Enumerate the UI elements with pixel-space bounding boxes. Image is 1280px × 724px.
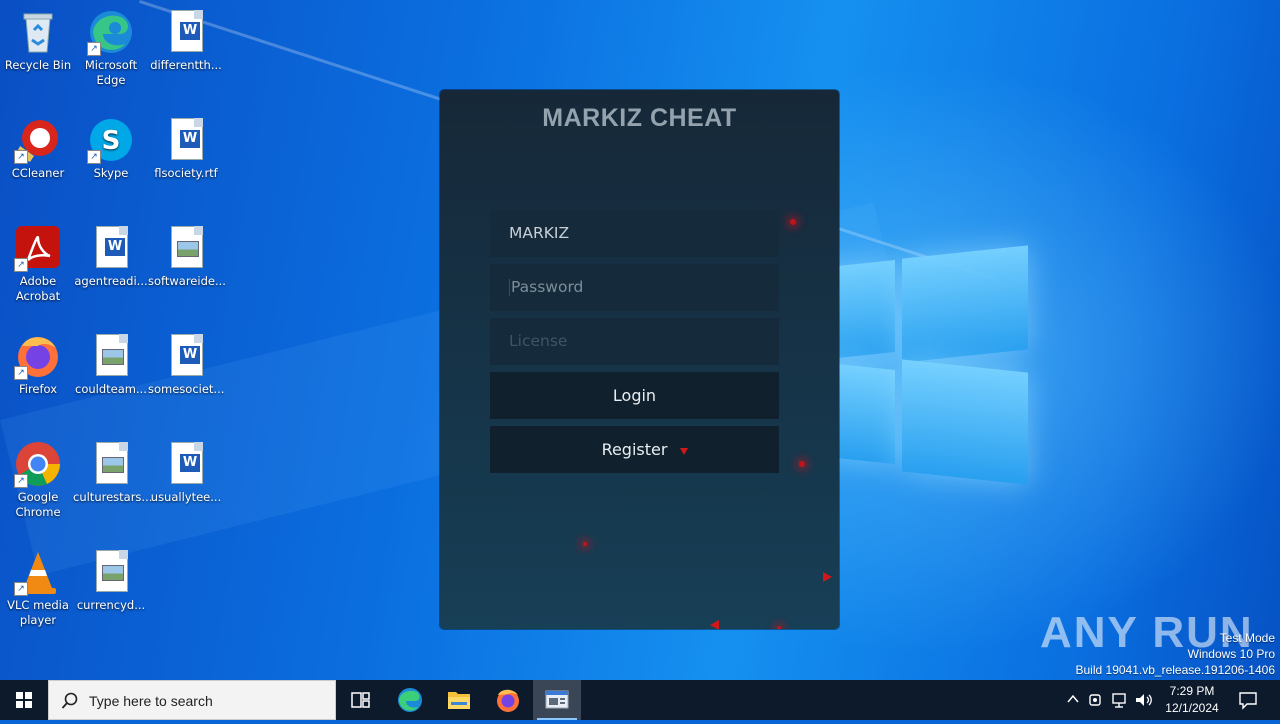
icon-label: couldteam... (75, 382, 147, 396)
clock-time: 7:29 PM (1169, 684, 1215, 698)
icon-label: culturestars... (73, 490, 153, 504)
icon-label: usuallytee... (150, 490, 222, 504)
build-label: Build 19041.vb_release.191206-1406 (1075, 663, 1276, 677)
register-button[interactable]: Register (490, 426, 779, 473)
desktop-icon-skype[interactable]: S ↗ Skype (73, 116, 149, 181)
chevron-up-icon[interactable] (1066, 692, 1080, 706)
particle-triangle (823, 572, 832, 582)
license-input[interactable]: License (490, 318, 779, 365)
particle-dot (799, 461, 805, 467)
desktop-icon-differentth[interactable]: W differentth... (148, 8, 224, 73)
system-tray: 7:29 PM 12/1/2024 (1060, 680, 1280, 720)
taskbar-edge[interactable] (386, 680, 434, 720)
desktop-icon-couldteam[interactable]: couldteam... (73, 332, 149, 397)
meet-now-icon[interactable] (1088, 691, 1104, 709)
icon-label: flsociety.rtf (154, 166, 218, 180)
image-file-icon (87, 440, 135, 488)
vlc-icon: ↗ (14, 548, 62, 596)
os-info: Test Mode Windows 10 Pro Build 19041.vb_… (1076, 630, 1276, 678)
desktop-icon-firefox[interactable]: ↗ Firefox (0, 332, 76, 397)
desktop-icon-currencyd[interactable]: currencyd... (73, 548, 149, 613)
volume-icon[interactable] (1134, 691, 1154, 709)
network-icon[interactable] (1110, 691, 1128, 709)
firefox-icon (497, 689, 519, 712)
taskbar-search-box[interactable]: Type here to search (48, 680, 336, 720)
icon-label: differentth... (150, 58, 222, 72)
icon-label: Recycle Bin (4, 58, 72, 72)
svg-text:S: S (102, 126, 121, 156)
icon-label: Google Chrome (15, 490, 61, 519)
image-file-icon (162, 224, 210, 272)
task-view-icon (351, 692, 370, 708)
app-title: MARKIZ CHEAT (542, 104, 737, 132)
icon-label: Adobe Acrobat (15, 274, 61, 303)
icon-label: softwareide... (148, 274, 226, 288)
icon-label: currencyd... (76, 598, 146, 612)
icon-label: Skype (93, 166, 129, 180)
recycle-bin-icon (14, 8, 62, 56)
particle-triangle (680, 448, 688, 455)
desktop-icon-usuallytee[interactable]: W usuallytee... (148, 440, 224, 505)
taskbar-clock[interactable]: 7:29 PM 12/1/2024 (1160, 683, 1224, 717)
icon-label: somesociet... (148, 382, 225, 396)
word-document-icon: W (162, 332, 210, 380)
login-button[interactable]: Login (490, 372, 779, 419)
particle-triangle (710, 620, 719, 629)
image-file-icon (87, 548, 135, 596)
windows-start-icon (16, 692, 32, 708)
icon-label: agentreadi... (74, 274, 148, 288)
password-placeholder: Password (511, 278, 584, 296)
icon-label: Microsoft Edge (84, 58, 138, 87)
taskbar-file-explorer[interactable] (435, 680, 483, 720)
chrome-icon: ↗ (14, 440, 62, 488)
word-document-icon: W (162, 440, 210, 488)
firefox-icon: ↗ (14, 332, 62, 380)
word-document-icon: W (87, 224, 135, 272)
taskbar-firefox[interactable] (484, 680, 532, 720)
search-icon (61, 692, 78, 709)
taskbar-active-app[interactable] (533, 680, 581, 720)
desktop-icon-agentreadi[interactable]: W agentreadi... (73, 224, 149, 289)
desktop-icon-microsoft-edge[interactable]: ↗ Microsoft Edge (73, 8, 149, 88)
acrobat-icon: ↗ (14, 224, 62, 272)
icon-label: Firefox (18, 382, 58, 396)
desktop-icon-somesociet[interactable]: W somesociet... (148, 332, 224, 397)
test-mode-label: Test Mode (1219, 631, 1275, 645)
app-window-icon (545, 690, 569, 709)
os-edition-label: Windows 10 Pro (1187, 647, 1275, 661)
desktop-icon-softwareide[interactable]: softwareide... (148, 224, 226, 289)
search-placeholder: Type here to search (89, 693, 213, 709)
desktop-background: Recycle Bin ↗ CCleaner ↗ Adobe Acrobat ↗… (0, 0, 1280, 680)
folder-icon (448, 692, 470, 709)
particle-dot (777, 626, 781, 629)
taskbar: Type here to search 7:29 PM 12/1/2024 (0, 680, 1280, 720)
desktop-icon-vlc[interactable]: ↗ VLC media player (0, 548, 76, 628)
edge-icon (398, 688, 422, 712)
clock-date: 12/1/2024 (1165, 701, 1219, 715)
desktop-icon-ccleaner[interactable]: ↗ CCleaner (0, 116, 76, 181)
desktop-icon-culturestars[interactable]: culturestars... (73, 440, 153, 505)
skype-icon: S ↗ (87, 116, 135, 164)
desktop-icon-recycle-bin[interactable]: Recycle Bin (0, 8, 76, 73)
icon-label: VLC media player (7, 598, 69, 627)
username-input[interactable]: MARKIZ (490, 210, 779, 257)
image-file-icon (87, 332, 135, 380)
start-button[interactable] (0, 680, 48, 720)
desktop-icon-google-chrome[interactable]: ↗ Google Chrome (0, 440, 76, 520)
edge-icon: ↗ (87, 8, 135, 56)
password-input[interactable]: Password (490, 264, 779, 311)
desktop-icon-adobe-acrobat[interactable]: ↗ Adobe Acrobat (0, 224, 76, 304)
icon-label: CCleaner (11, 166, 65, 180)
login-window[interactable]: MARKIZ CHEAT MARKIZ Password License Log… (440, 90, 839, 629)
ccleaner-icon: ↗ (14, 116, 62, 164)
word-document-icon: W (162, 116, 210, 164)
particle-dot (790, 219, 796, 225)
desktop-icon-flsociety[interactable]: W flsociety.rtf (148, 116, 224, 181)
task-view-button[interactable] (336, 680, 384, 720)
notification-icon[interactable] (1238, 690, 1258, 710)
word-document-icon: W (162, 8, 210, 56)
text-caret (509, 279, 510, 296)
particle-dot (583, 542, 587, 546)
